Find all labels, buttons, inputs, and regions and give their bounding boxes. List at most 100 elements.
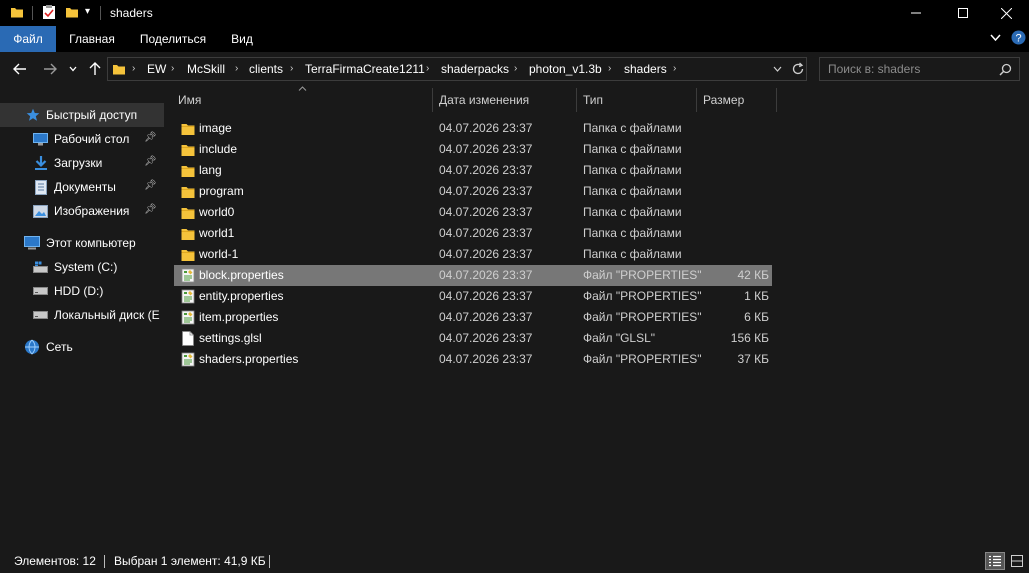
up-button[interactable] <box>86 60 104 78</box>
chevron-down-icon[interactable] <box>990 34 1001 42</box>
breadcrumb-shaders[interactable]: shaders <box>624 58 667 80</box>
search-field[interactable]: Поиск в: shaders <box>819 57 1020 81</box>
pin-icon[interactable]: 📌︎ <box>144 132 157 143</box>
breadcrumb-terrafirmacreate[interactable]: TerraFirmaCreate1211 <box>305 58 425 80</box>
table-row[interactable]: include 04.07.2026 23:37 Папка с файлами <box>174 139 772 160</box>
pictures-icon <box>33 204 48 218</box>
breadcrumb-photon[interactable]: photon_v1.3b <box>529 58 602 80</box>
breadcrumb-separator[interactable]: › <box>171 58 174 80</box>
address-bar[interactable]: › EW › McSkill › clients › TerraFirmaCre… <box>107 57 807 81</box>
table-row[interactable]: item.properties 04.07.2026 23:37 Файл "P… <box>174 307 772 328</box>
details-view-icon <box>989 555 1001 567</box>
file-type: Файл "PROPERTIES" <box>583 268 702 282</box>
breadcrumb-separator[interactable]: › <box>673 58 676 80</box>
pin-icon[interactable]: 📌︎ <box>144 204 157 215</box>
breadcrumb-separator[interactable]: › <box>426 58 429 80</box>
table-row[interactable]: lang 04.07.2026 23:37 Папка с файлами <box>174 160 772 181</box>
table-row[interactable]: world1 04.07.2026 23:37 Папка с файлами <box>174 223 772 244</box>
file-type: Папка с файлами <box>583 205 682 219</box>
file-name: include <box>199 142 238 156</box>
table-row[interactable]: world0 04.07.2026 23:37 Папка с файлами <box>174 202 772 223</box>
breadcrumb-separator[interactable]: › <box>514 58 517 80</box>
drive-icon <box>33 287 48 295</box>
sidebar-item-label: Рабочий стол <box>54 132 130 146</box>
help-icon[interactable]: ? <box>1011 30 1026 45</box>
address-dropdown-icon[interactable] <box>773 66 782 72</box>
recent-locations-button[interactable] <box>66 60 80 78</box>
table-row[interactable]: entity.properties 04.07.2026 23:37 Файл … <box>174 286 772 307</box>
svg-text:?: ? <box>1015 33 1021 45</box>
large-icons-view-button[interactable] <box>1007 552 1027 570</box>
sidebar-item-desktop[interactable]: Рабочий стол 📌︎ <box>0 127 164 151</box>
sidebar-item-label: Локальный диск (E <box>54 308 160 322</box>
documents-icon <box>35 179 47 195</box>
breadcrumb-separator[interactable]: › <box>608 58 611 80</box>
column-divider[interactable] <box>576 88 577 112</box>
drive-icon <box>33 311 48 319</box>
refresh-icon[interactable] <box>791 62 805 76</box>
search-placeholder: Поиск в: shaders <box>828 62 921 76</box>
file-date: 04.07.2026 23:37 <box>439 205 533 219</box>
column-header-type[interactable]: Тип <box>583 88 693 112</box>
sidebar-item-hdd-d[interactable]: HDD (D:) <box>0 279 164 303</box>
sidebar-item-documents[interactable]: Документы 📌︎ <box>0 175 164 199</box>
sidebar-item-system-c[interactable]: System (C:) <box>0 255 164 279</box>
breadcrumb-mcskill[interactable]: McSkill <box>187 58 225 80</box>
navigation-pane: Быстрый доступ Рабочий стол 📌︎ Загрузки … <box>0 90 164 550</box>
tab-home[interactable]: Главная <box>60 26 124 52</box>
breadcrumb-separator[interactable]: › <box>235 58 238 80</box>
sidebar-item-pictures[interactable]: Изображения 📌︎ <box>0 199 164 223</box>
table-row[interactable]: image 04.07.2026 23:37 Папка с файлами <box>174 118 772 139</box>
tab-file[interactable]: Файл <box>0 26 56 52</box>
forward-button[interactable] <box>40 60 60 78</box>
sidebar-item-quick-access[interactable]: Быстрый доступ <box>0 103 164 127</box>
folder-icon <box>181 187 195 198</box>
customize-quick-access-icon[interactable]: ▾ <box>85 6 90 17</box>
sidebar-item-local-disk-e[interactable]: Локальный диск (E <box>0 303 164 327</box>
new-folder-icon[interactable] <box>65 5 79 19</box>
table-row[interactable]: world-1 04.07.2026 23:37 Папка с файлами <box>174 244 772 265</box>
file-size: 1 КБ <box>744 289 769 303</box>
status-bar: Элементов: 12 Выбран 1 элемент: 41,9 КБ <box>0 549 1029 573</box>
divider <box>32 6 33 20</box>
breadcrumb-separator[interactable]: › <box>290 58 293 80</box>
maximize-button[interactable] <box>940 0 986 26</box>
pin-icon[interactable]: 📌︎ <box>144 180 157 191</box>
table-row[interactable]: settings.glsl 04.07.2026 23:37 Файл "GLS… <box>174 328 772 349</box>
sidebar-item-downloads[interactable]: Загрузки 📌︎ <box>0 151 164 175</box>
column-divider[interactable] <box>432 88 433 112</box>
file-size: 6 КБ <box>744 310 769 324</box>
file-type: Файл "PROPERTIES" <box>583 310 702 324</box>
arrow-up-icon <box>89 62 101 75</box>
minimize-button[interactable] <box>893 0 939 26</box>
column-header-name[interactable]: Имя <box>178 88 428 112</box>
table-row-selected[interactable]: block.properties 04.07.2026 23:37 Файл "… <box>174 265 772 286</box>
tab-share[interactable]: Поделиться <box>133 26 213 52</box>
breadcrumb-clients[interactable]: clients <box>249 58 283 80</box>
table-row[interactable]: program 04.07.2026 23:37 Папка с файлами <box>174 181 772 202</box>
properties-file-icon <box>181 310 195 325</box>
sidebar-item-label: Документы <box>54 180 116 194</box>
search-icon[interactable] <box>999 63 1012 76</box>
pin-icon[interactable]: 📌︎ <box>144 156 157 167</box>
sidebar-item-label: Загрузки <box>54 156 103 170</box>
breadcrumb-separator[interactable]: › <box>132 58 135 80</box>
back-button[interactable] <box>10 60 30 78</box>
breadcrumb-ew[interactable]: EW <box>147 58 166 80</box>
sidebar-item-this-pc[interactable]: Этот компьютер <box>0 231 164 255</box>
column-divider[interactable] <box>776 88 777 112</box>
column-header-date[interactable]: Дата изменения <box>439 88 574 112</box>
details-view-button[interactable] <box>985 552 1005 570</box>
properties-checkmark-icon[interactable] <box>42 5 56 20</box>
file-date: 04.07.2026 23:37 <box>439 247 533 261</box>
column-header-size[interactable]: Размер <box>703 88 773 112</box>
file-name: block.properties <box>199 268 284 282</box>
table-row[interactable]: shaders.properties 04.07.2026 23:37 Файл… <box>174 349 772 370</box>
close-button[interactable] <box>983 0 1029 26</box>
column-divider[interactable] <box>696 88 697 112</box>
sidebar-item-network[interactable]: Сеть <box>0 335 164 359</box>
tab-view[interactable]: Вид <box>222 26 262 52</box>
file-name: item.properties <box>199 310 279 324</box>
breadcrumb-shaderpacks[interactable]: shaderpacks <box>441 58 509 80</box>
divider <box>269 555 270 568</box>
